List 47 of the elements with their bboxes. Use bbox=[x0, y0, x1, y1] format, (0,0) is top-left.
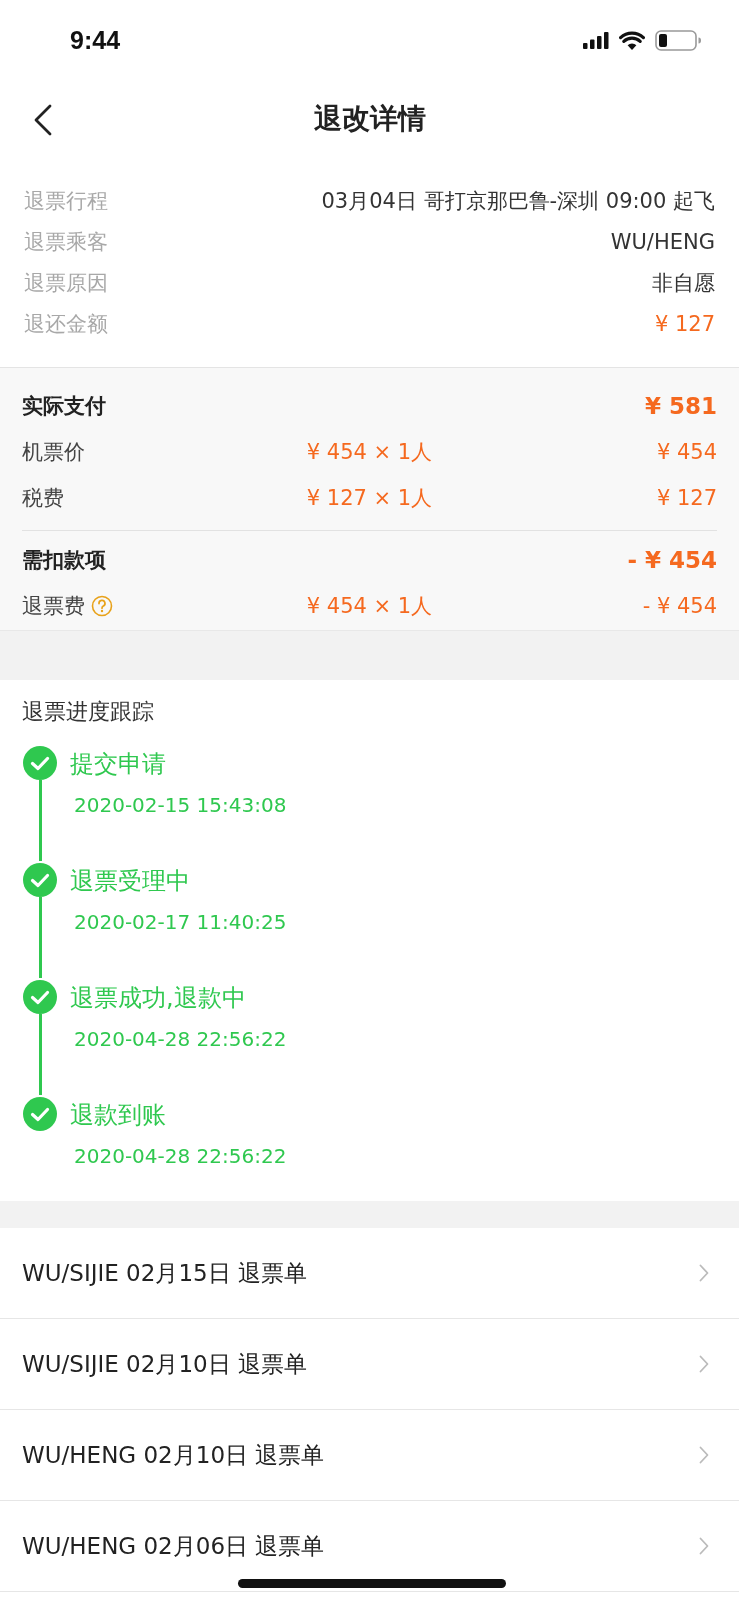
signal-icon bbox=[583, 31, 609, 49]
unit-price: ¥ 454 × 1人 bbox=[306, 593, 433, 620]
status-time: 9:44 bbox=[70, 25, 121, 55]
step-label: 退款到账 bbox=[70, 1100, 167, 1131]
step-label: 退票受理中 bbox=[70, 866, 191, 897]
info-label: 退还金额 bbox=[24, 310, 108, 338]
fee-label: 机票价 bbox=[22, 439, 85, 466]
chevron-right-icon bbox=[699, 1446, 709, 1464]
step-time: 2020-02-15 15:43:08 bbox=[73, 792, 287, 819]
step-time: 2020-04-28 22:56:22 bbox=[73, 1143, 287, 1170]
order-row[interactable]: WU/SIJIE 02月10日 退票单 bbox=[0, 1319, 739, 1410]
chevron-right-icon bbox=[699, 1355, 709, 1373]
order-label: WU/HENG 02月06日 退票单 bbox=[22, 1531, 325, 1561]
page-title: 退改详情 bbox=[313, 101, 426, 137]
total-amount: ¥ 581 bbox=[644, 393, 717, 419]
fee-amount: ¥ 127 bbox=[656, 486, 717, 510]
info-value: WU/HENG bbox=[610, 229, 715, 254]
section-title: 退票进度跟踪 bbox=[22, 698, 155, 726]
question-mark-icon bbox=[91, 595, 113, 617]
fee-amount: - ¥ 454 bbox=[642, 594, 717, 618]
chevron-right-icon bbox=[699, 1537, 709, 1555]
step-label: 提交申请 bbox=[70, 749, 167, 780]
info-label: 退票乘客 bbox=[24, 228, 108, 256]
order-label: WU/HENG 02月10日 退票单 bbox=[22, 1440, 325, 1470]
info-label: 退票原因 bbox=[24, 269, 108, 297]
fee-label: 税费 bbox=[22, 485, 64, 512]
unit-price: ¥ 127 × 1人 bbox=[306, 485, 433, 512]
step-time: 2020-04-28 22:56:22 bbox=[73, 1026, 287, 1053]
fee-amount: ¥ 454 bbox=[656, 440, 717, 464]
section-label: 需扣款项 bbox=[22, 547, 107, 574]
wifi-icon bbox=[619, 30, 645, 50]
battery-icon bbox=[655, 29, 701, 51]
order-row[interactable]: WU/SIJIE 02月15日 退票单 bbox=[0, 1228, 739, 1319]
info-label: 退票行程 bbox=[24, 187, 108, 215]
order-row[interactable]: WU/HENG 02月10日 退票单 bbox=[0, 1410, 739, 1501]
chevron-right-icon bbox=[699, 1264, 709, 1282]
info-value: ¥ 127 bbox=[654, 311, 715, 336]
section-label: 实际支付 bbox=[22, 393, 107, 420]
unit-price: ¥ 454 × 1人 bbox=[306, 439, 433, 466]
total-amount: - ¥ 454 bbox=[627, 547, 717, 573]
info-value: 03月04日 哥打京那巴鲁-深圳 09:00 起飞 bbox=[321, 187, 715, 215]
step-label: 退票成功,退款中 bbox=[70, 983, 247, 1014]
fee-label: 退票费 bbox=[22, 593, 85, 620]
info-value: 非自愿 bbox=[652, 269, 715, 297]
step-time: 2020-02-17 11:40:25 bbox=[73, 909, 287, 936]
order-label: WU/SIJIE 02月15日 退票单 bbox=[22, 1258, 307, 1288]
order-label: WU/SIJIE 02月10日 退票单 bbox=[22, 1349, 307, 1379]
